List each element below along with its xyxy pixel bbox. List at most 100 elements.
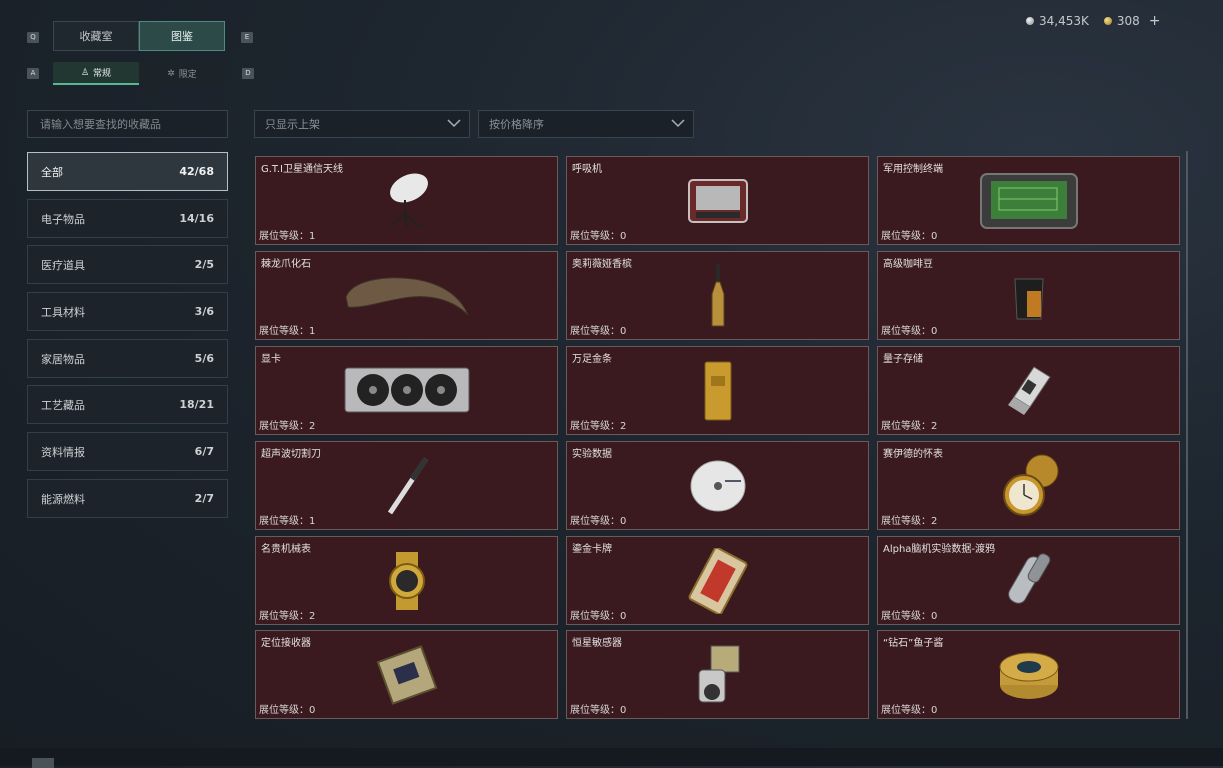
category-label: 全部	[41, 165, 63, 179]
category-crafts[interactable]: 工艺藏品 18/21	[27, 385, 228, 424]
item-name: 恒星敏感器	[572, 638, 622, 649]
item-level: 展位等级：1	[259, 326, 316, 337]
item-card[interactable]: G.T.I卫星通信天线 展位等级：1	[255, 156, 558, 245]
display-filter-dropdown[interactable]: 只显示上架	[254, 110, 470, 138]
coffee-bag-icon	[1013, 278, 1044, 319]
item-card[interactable]: 实验数据 展位等级：0	[566, 441, 869, 530]
search-box[interactable]	[27, 110, 228, 138]
key-e-hint: E	[241, 32, 253, 43]
claw-fossil-icon	[344, 276, 468, 315]
currency-bar: 34,453K 308 +	[1026, 12, 1161, 30]
item-card[interactable]: 鎏金卡牌 展位等级：0	[566, 536, 869, 625]
item-name: 奥莉薇娅香槟	[572, 259, 632, 270]
item-card[interactable]: 棘龙爪化石 展位等级：1	[255, 251, 558, 340]
category-household[interactable]: 家居物品 5/6	[27, 339, 228, 378]
category-label: 工艺藏品	[41, 398, 85, 412]
item-card[interactable]: 恒星敏感器 展位等级：0	[566, 630, 869, 719]
category-count: 3/6	[194, 305, 214, 318]
gilded-card-icon	[688, 547, 747, 614]
category-count: 5/6	[194, 352, 214, 365]
item-card[interactable]: 定位接收器 展位等级：0	[255, 630, 558, 719]
subtab-regular[interactable]: ♙ 常规	[53, 62, 139, 85]
scrollbar[interactable]	[1186, 151, 1188, 719]
category-tools[interactable]: 工具材料 3/6	[27, 292, 228, 331]
item-name: 鎏金卡牌	[572, 544, 612, 555]
item-level: 展位等级：0	[881, 326, 938, 337]
chevron-down-icon	[671, 119, 685, 128]
tab-collection-room[interactable]: 收藏室	[53, 21, 139, 51]
item-card[interactable]: “钻石”鱼子酱 展位等级：0	[877, 630, 1180, 719]
ventilator-icon	[687, 178, 748, 223]
silver-amount: 34,453K	[1039, 14, 1089, 28]
item-level: 展位等级：0	[570, 516, 627, 527]
sort-label: 按价格降序	[489, 118, 544, 131]
category-intel[interactable]: 资料情报 6/7	[27, 432, 228, 471]
item-card[interactable]: 奥莉薇娅香槟 展位等级：0	[566, 251, 869, 340]
category-all[interactable]: 全部 42/68	[27, 152, 228, 191]
item-card[interactable]: Alpha脑机实验数据-渡鸦 展位等级：0	[877, 536, 1180, 625]
item-card[interactable]: 量子存储 展位等级：2	[877, 346, 1180, 435]
category-electronics[interactable]: 电子物品 14/16	[27, 199, 228, 238]
item-card[interactable]: 超声波切割刀 展位等级：1	[255, 441, 558, 530]
key-a-hint: A	[27, 68, 39, 79]
item-card[interactable]: 呼吸机 展位等级：0	[566, 156, 869, 245]
item-name: 显卡	[261, 354, 281, 365]
pocket-watch-icon	[1002, 454, 1058, 516]
category-label: 家居物品	[41, 352, 85, 366]
display-filter-label: 只显示上架	[265, 118, 320, 131]
item-level: 展位等级：0	[570, 326, 627, 337]
bottom-bar	[0, 748, 1223, 766]
item-name: G.T.I卫星通信天线	[261, 164, 343, 175]
item-name: Alpha脑机实验数据-渡鸦	[883, 544, 996, 555]
usb-drive-icon	[1007, 365, 1051, 415]
graphics-card-icon	[344, 367, 469, 412]
category-energy[interactable]: 能源燃料 2/7	[27, 479, 228, 518]
item-level: 展位等级：1	[259, 231, 316, 242]
item-card[interactable]: 名贵机械表 展位等级：2	[255, 536, 558, 625]
item-name: 赛伊德的怀表	[883, 449, 943, 460]
item-name: 高级咖啡豆	[883, 259, 933, 270]
category-label: 工具材料	[41, 305, 85, 319]
item-level: 展位等级：1	[259, 516, 316, 527]
item-level: 展位等级：2	[259, 611, 316, 622]
key-q-hint: Q	[27, 32, 39, 43]
category-count: 2/7	[194, 492, 214, 505]
category-count: 2/5	[194, 258, 214, 271]
category-medical[interactable]: 医疗道具 2/5	[27, 245, 228, 284]
gold-amount: 308	[1116, 14, 1140, 28]
item-card[interactable]: 高级咖啡豆 展位等级：0	[877, 251, 1180, 340]
tab-catalog[interactable]: 图鉴	[139, 21, 225, 51]
category-count: 6/7	[194, 445, 214, 458]
wristwatch-icon	[388, 551, 425, 610]
item-name: 超声波切割刀	[261, 449, 321, 460]
add-currency-button[interactable]: +	[1149, 13, 1161, 29]
sort-dropdown[interactable]: 按价格降序	[478, 110, 694, 138]
item-level: 展位等级：2	[570, 421, 627, 432]
gold-bar-icon	[704, 361, 731, 420]
item-card[interactable]: 显卡 展位等级：2	[255, 346, 558, 435]
chevron-down-icon	[447, 119, 461, 128]
military-terminal-icon	[979, 172, 1078, 229]
category-label: 资料情报	[41, 445, 85, 459]
item-card[interactable]: 军用控制终端 展位等级：0	[877, 156, 1180, 245]
item-level: 展位等级：0	[881, 705, 938, 716]
item-name: 名贵机械表	[261, 544, 311, 555]
item-card[interactable]: 万足金条 展位等级：2	[566, 346, 869, 435]
silver-coin-icon	[1026, 17, 1034, 25]
item-name: 量子存储	[883, 354, 923, 365]
item-level: 展位等级：0	[881, 611, 938, 622]
item-name: 实验数据	[572, 449, 612, 460]
search-input[interactable]	[38, 116, 227, 132]
item-level: 展位等级：2	[881, 421, 938, 432]
item-level: 展位等级：0	[881, 231, 938, 242]
item-name: 定位接收器	[261, 638, 311, 649]
champagne-bottle-icon	[711, 263, 724, 326]
trophy-icon: ♙	[80, 67, 90, 78]
back-key-hint[interactable]	[32, 758, 54, 768]
ultrasonic-knife-icon	[387, 456, 428, 514]
item-name: 万足金条	[572, 354, 612, 365]
item-level: 展位等级：0	[570, 705, 627, 716]
item-card[interactable]: 赛伊德的怀表 展位等级：2	[877, 441, 1180, 530]
subtab-limited[interactable]: ✲ 限定	[139, 62, 225, 85]
item-name: 棘龙爪化石	[261, 259, 311, 270]
